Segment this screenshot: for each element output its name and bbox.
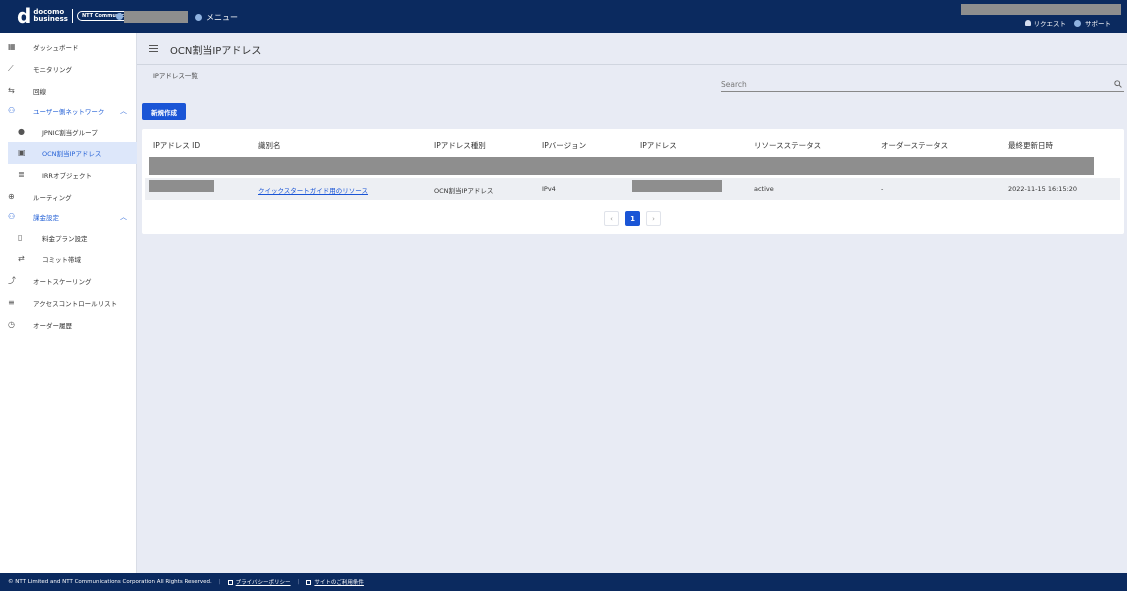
sidebar-item-price-plan[interactable]: ▯ 料金プラン設定 bbox=[0, 227, 137, 249]
row-order-status: - bbox=[881, 185, 884, 193]
request-label: リクエスト bbox=[1033, 20, 1067, 28]
support-label: サポート bbox=[1085, 20, 1111, 28]
footer: © NTT Limited and NTT Communications Cor… bbox=[0, 573, 1127, 591]
request-link[interactable]: リクエスト bbox=[1024, 18, 1067, 28]
bell-icon bbox=[1024, 20, 1031, 26]
column-header-type[interactable]: IPアドレス種別 bbox=[434, 140, 486, 151]
ip-id-redacted bbox=[149, 180, 214, 192]
header-links: リクエスト サポート bbox=[1017, 18, 1111, 28]
sidebar-item-routing[interactable]: ⊕ ルーティング bbox=[0, 186, 137, 208]
column-header-ip-id[interactable]: IPアドレス ID bbox=[153, 140, 200, 151]
sidebar-item-dashboard[interactable]: ▦ ダッシュボード bbox=[0, 36, 137, 58]
prev-page-button[interactable]: ‹ bbox=[604, 211, 619, 226]
row-type: OCN割当IPアドレス bbox=[434, 187, 494, 195]
history-icon: ◷ bbox=[8, 320, 15, 329]
list-subtitle: IPアドレス一覧 bbox=[153, 72, 198, 80]
tenant-icon bbox=[116, 13, 123, 20]
sidebar-item-order-history[interactable]: ◷ オーダー履歴 bbox=[0, 314, 137, 336]
person-icon: ● bbox=[18, 127, 25, 136]
terms-link[interactable]: サイトのご利用条件 bbox=[306, 578, 364, 586]
routing-icon: ⊕ bbox=[8, 192, 15, 201]
row-updated: 2022-11-15 16:15:20 bbox=[1008, 185, 1078, 193]
sidebar-item-commit-bandwidth[interactable]: ⇄ コミット帯域 bbox=[0, 248, 137, 270]
menu-button[interactable]: メニュー bbox=[195, 12, 238, 23]
ip-address-icon: ▣ bbox=[18, 148, 26, 157]
page-title: OCN割当IPアドレス bbox=[170, 46, 262, 57]
help-icon bbox=[1074, 19, 1081, 27]
table-row[interactable]: クイックスタートガイド用のリソース OCN割当IPアドレス IPv4 activ… bbox=[145, 178, 1120, 200]
row-version: IPv4 bbox=[542, 185, 556, 193]
sidebar: ▦ ダッシュボード ⟋ モニタリング ⇆ 回線 ⚇ ユーザー側ネットワーク ︿ … bbox=[0, 33, 137, 573]
chevron-up-icon: ︿ bbox=[120, 213, 127, 221]
billing-icon: ⚇ bbox=[8, 212, 16, 221]
user-info-redacted bbox=[961, 4, 1121, 15]
logo-divider bbox=[71, 9, 73, 23]
search-icon[interactable] bbox=[1114, 80, 1122, 88]
column-header-version[interactable]: IPバージョン bbox=[542, 140, 586, 151]
ip-address-table: IPアドレス ID 識別名 IPアドレス種別 IPバージョン IPアドレス リソ… bbox=[142, 129, 1124, 234]
table-row-redacted bbox=[149, 157, 1094, 175]
chevron-up-icon: ︿ bbox=[120, 107, 127, 115]
support-link[interactable]: サポート bbox=[1074, 18, 1111, 28]
sidebar-item-autoscaling[interactable]: ⤴ オートスケーリング bbox=[0, 270, 137, 292]
menu-label: メニュー bbox=[206, 13, 238, 22]
column-header-updated[interactable]: 最終更新日時 bbox=[1008, 140, 1053, 151]
next-page-button[interactable]: › bbox=[646, 211, 661, 226]
column-header-name[interactable]: 識別名 bbox=[258, 140, 281, 151]
dashboard-icon: ▦ bbox=[8, 42, 16, 51]
hamburger-icon[interactable] bbox=[149, 45, 158, 52]
tenant-name-redacted[interactable] bbox=[124, 11, 188, 23]
sidebar-item-irr[interactable]: ≣ IRRオブジェクト bbox=[0, 164, 137, 186]
sidebar-item-billing[interactable]: ⚇ 課金設定 ︿ bbox=[0, 206, 137, 228]
circuit-icon: ⇆ bbox=[8, 86, 15, 95]
logo-line2: business bbox=[33, 15, 68, 23]
swap-icon: ⇄ bbox=[18, 254, 25, 263]
row-resource-status: active bbox=[754, 185, 774, 193]
row-name-link[interactable]: クイックスタートガイド用のリソース bbox=[258, 185, 368, 195]
trend-icon: ⤴ bbox=[8, 276, 16, 285]
logo-mark: d bbox=[17, 4, 32, 28]
database-icon: ≣ bbox=[18, 170, 25, 179]
top-header: d docomo business NTT Communications メニュ… bbox=[0, 0, 1127, 33]
column-header-resource-status[interactable]: リソースステータス bbox=[754, 140, 821, 151]
sidebar-item-jpnic-group[interactable]: ● JPNIC割当グループ bbox=[0, 121, 137, 143]
column-header-ip[interactable]: IPアドレス bbox=[640, 140, 677, 151]
search-input[interactable] bbox=[721, 78, 1101, 91]
network-icon: ⚇ bbox=[8, 106, 16, 115]
create-new-button[interactable]: 新規作成 bbox=[142, 103, 186, 120]
privacy-policy-link[interactable]: プライバシーポリシー bbox=[227, 578, 291, 586]
copyright: © NTT Limited and NTT Communications Cor… bbox=[8, 579, 212, 585]
list-check-icon: ≡ bbox=[8, 298, 15, 307]
pagination: ‹ 1 › bbox=[604, 211, 667, 226]
ip-address-redacted bbox=[632, 180, 722, 192]
line-chart-icon: ⟋ bbox=[8, 64, 14, 73]
sidebar-item-acl[interactable]: ≡ アクセスコントロールリスト bbox=[0, 292, 137, 314]
menu-icon bbox=[195, 14, 202, 21]
sidebar-item-lines[interactable]: ⇆ 回線 bbox=[0, 80, 137, 102]
column-header-order-status[interactable]: オーダーステータス bbox=[881, 140, 948, 151]
external-link-icon bbox=[227, 579, 233, 585]
page-header: OCN割当IPアドレス bbox=[137, 33, 1127, 65]
search-field bbox=[721, 78, 1124, 92]
sidebar-item-user-network[interactable]: ⚇ ユーザー側ネットワーク ︿ bbox=[0, 100, 137, 122]
sidebar-item-ocn-ip[interactable]: ▣ OCN割当IPアドレス bbox=[8, 142, 137, 164]
page-1-button[interactable]: 1 bbox=[625, 211, 640, 226]
sidebar-item-monitoring[interactable]: ⟋ モニタリング bbox=[0, 58, 137, 80]
document-icon: ▯ bbox=[18, 233, 23, 242]
external-link-icon bbox=[306, 579, 312, 585]
